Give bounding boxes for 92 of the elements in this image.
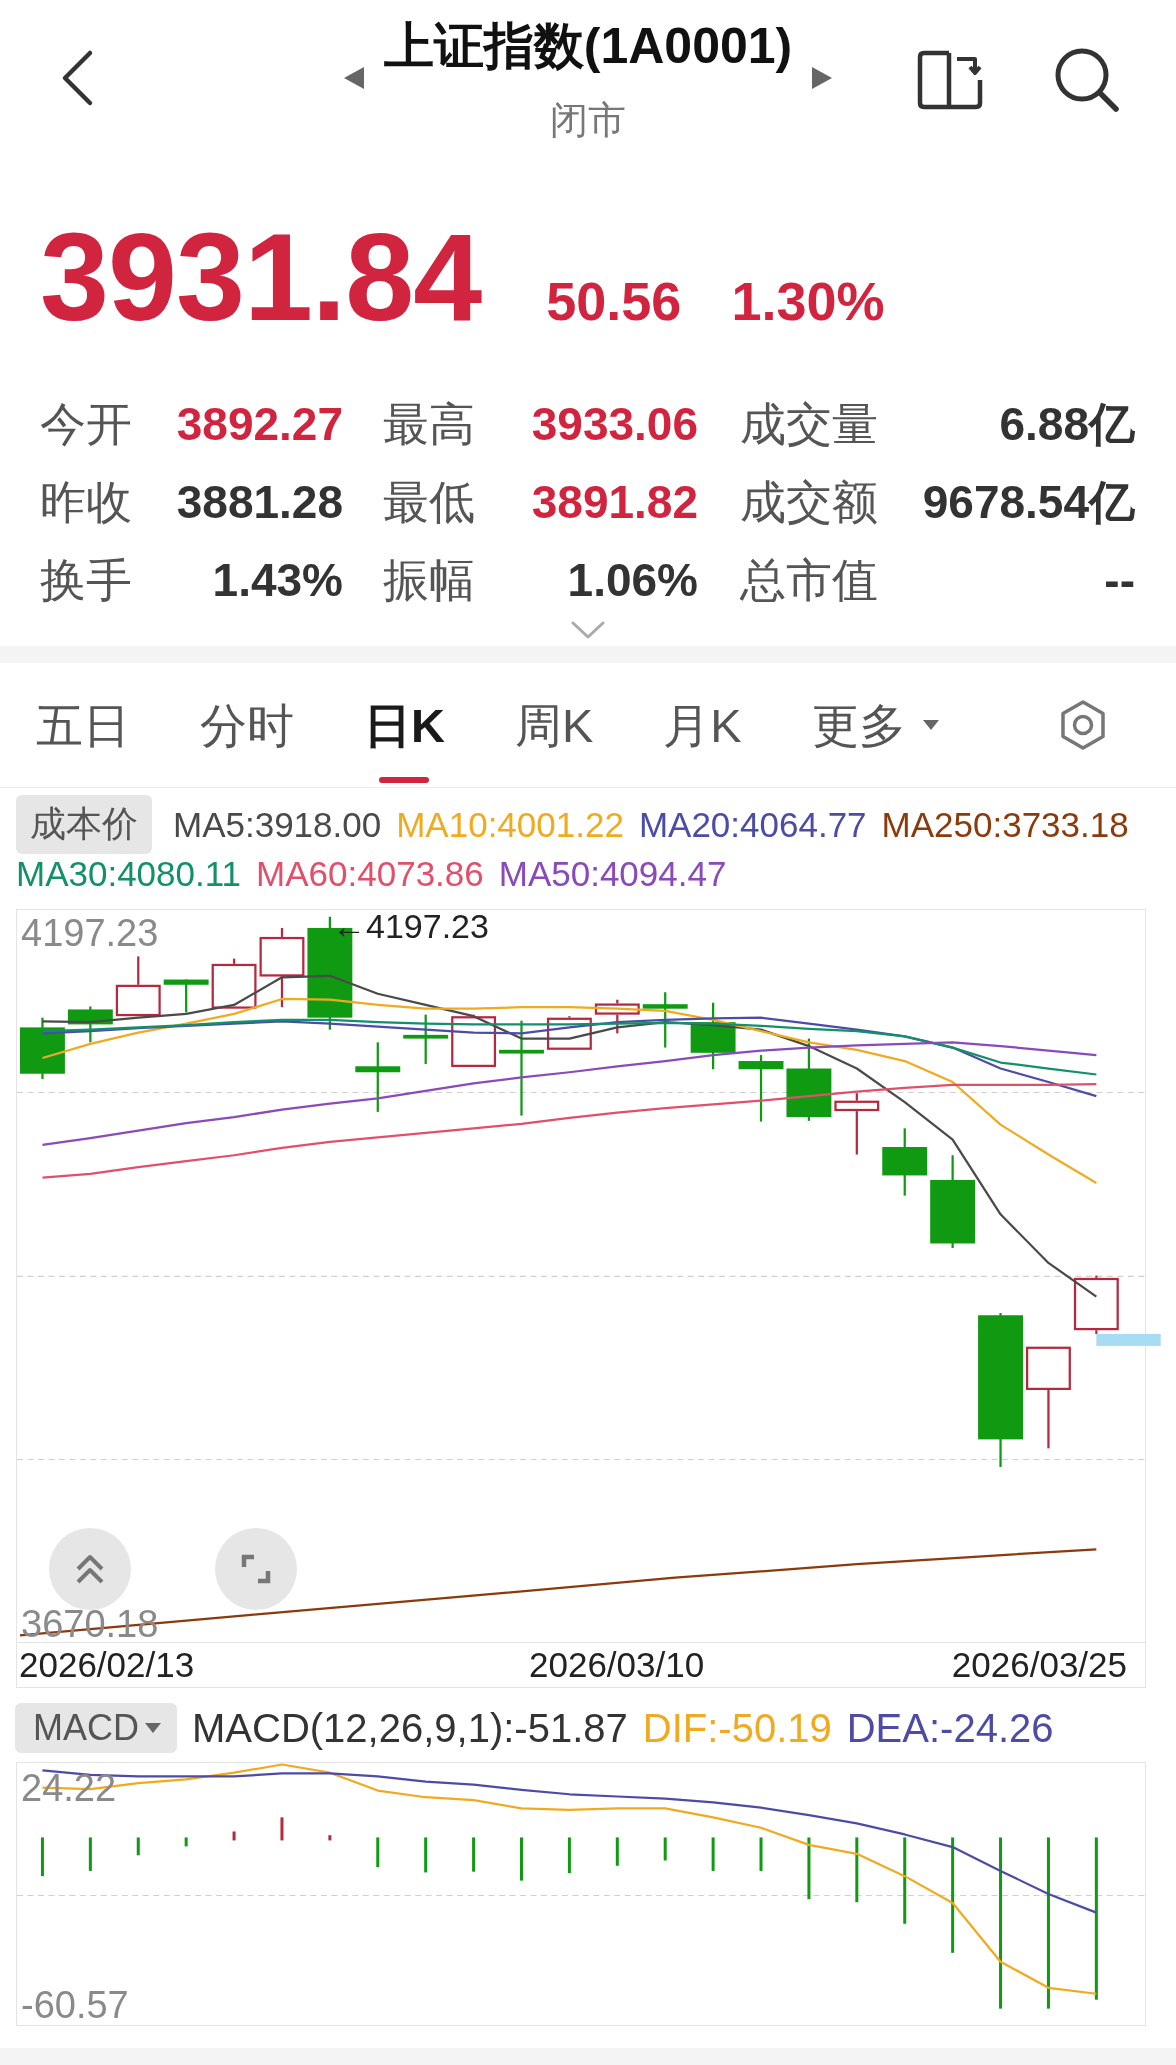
- stat-value: 9678.54亿: [922, 476, 1135, 528]
- stat-label: 总市值: [740, 554, 878, 606]
- histogram-bar: [711, 1837, 715, 1871]
- indicator-selector[interactable]: MACD: [15, 1703, 177, 1753]
- moving-average-value: MA10:4001.22: [396, 804, 624, 845]
- rising-candle: [546, 1016, 592, 1050]
- stat-label: 成交量: [740, 398, 878, 450]
- falling-candle: [67, 1006, 113, 1043]
- rising-candle: [115, 956, 161, 1017]
- histogram-bar: [424, 1837, 428, 1873]
- axis-min-label: -60.57: [21, 1983, 129, 2027]
- moving-average-value: MA50:4094.47: [498, 854, 727, 894]
- histogram-bar: [807, 1837, 811, 1900]
- price-change: 50.56: [546, 271, 682, 331]
- moving-average-value: MA250:3733.18: [881, 804, 1129, 845]
- search-icon[interactable]: [1054, 47, 1120, 113]
- rising-candle: [834, 1093, 880, 1155]
- histogram-bar: [184, 1837, 188, 1847]
- histogram-bar: [328, 1835, 332, 1841]
- falling-candle: [738, 1055, 784, 1122]
- date-label: 2026/03/25: [951, 1645, 1127, 1685]
- rising-candle: [211, 958, 257, 1009]
- stat-value: 3881.28: [176, 476, 343, 528]
- chart-tab[interactable]: 分时: [200, 663, 294, 787]
- stat-label: 昨收: [40, 476, 132, 528]
- stat-value: 3892.27: [176, 398, 343, 450]
- histogram-bar: [472, 1837, 476, 1872]
- histogram-bar: [136, 1837, 140, 1856]
- price-marker: [1096, 1333, 1161, 1346]
- stat-label: 今开: [40, 398, 132, 450]
- macd-reading: DEA:-24.26: [846, 1705, 1054, 1751]
- chart-tab[interactable]: 周K: [514, 663, 594, 787]
- date-label: 2026/02/13: [19, 1645, 195, 1685]
- histogram-bar: [376, 1837, 380, 1868]
- falling-candle: [882, 1128, 928, 1196]
- stat-value: 1.06%: [567, 554, 698, 606]
- histogram-bar: [615, 1837, 619, 1866]
- histogram-bar: [663, 1837, 667, 1861]
- macd-reading: DIF:-50.19: [642, 1705, 832, 1751]
- stat-value: 6.88亿: [999, 398, 1135, 450]
- moving-average-value: MA5:3918.00: [173, 804, 382, 845]
- cost-price-button[interactable]: 成本价: [16, 795, 152, 854]
- stat-label: 最低: [383, 476, 475, 528]
- stat-value: 3933.06: [531, 398, 698, 450]
- rising-candle: [594, 999, 640, 1034]
- histogram-bar: [280, 1817, 284, 1841]
- stat-label: 成交额: [740, 476, 878, 528]
- macd-reading: MACD(12,26,9,1):-51.87: [192, 1705, 628, 1751]
- split-screen-icon[interactable]: [917, 50, 983, 110]
- last-price: 3931.84: [40, 215, 482, 339]
- falling-candle: [20, 1017, 65, 1079]
- falling-candle: [403, 1014, 449, 1065]
- chevron-left-icon[interactable]: [60, 49, 94, 107]
- falling-candle: [163, 979, 209, 1013]
- double-chevron-up-icon: [74, 1553, 106, 1585]
- caret-icon: [145, 1723, 161, 1733]
- settings-icon[interactable]: [1060, 700, 1106, 750]
- rising-candle: [1073, 1275, 1119, 1334]
- left-triangle-icon[interactable]: [343, 67, 364, 89]
- chart-tab[interactable]: 日K: [364, 663, 445, 787]
- axis-max-label: 4197.23: [21, 911, 159, 955]
- stat-label: 换手: [40, 554, 132, 606]
- moving-average-value: MA30:4080.11: [16, 854, 242, 894]
- histogram-bar: [855, 1837, 859, 1903]
- histogram-bar: [40, 1837, 44, 1877]
- falling-candle: [642, 992, 688, 1048]
- rising-candle: [451, 1014, 497, 1067]
- date-label: 2026/03/10: [529, 1645, 705, 1685]
- chart-tab[interactable]: 五日: [36, 663, 130, 787]
- stat-label: 最高: [383, 398, 475, 450]
- caret-icon: [922, 720, 939, 730]
- chart-tab[interactable]: 月K: [663, 663, 742, 787]
- histogram-bar: [567, 1837, 571, 1874]
- histogram-bar: [88, 1837, 92, 1871]
- change-percent: 1.30%: [731, 271, 885, 331]
- stat-value: --: [1104, 554, 1135, 606]
- moving-average-value: MA20:4064.77: [638, 804, 867, 845]
- falling-candle: [355, 1042, 401, 1112]
- stock-title: 上证指数(1A0001): [383, 18, 793, 74]
- right-triangle-icon[interactable]: [812, 67, 833, 89]
- histogram-bar: [520, 1837, 523, 1881]
- peak-price-label: ←4197.23: [332, 906, 489, 946]
- stat-value: 1.43%: [212, 554, 343, 606]
- falling-candle: [690, 1002, 736, 1070]
- market-status: 闭市: [550, 98, 626, 142]
- stat-value: 3891.82: [531, 476, 698, 528]
- fullscreen-icon: [241, 1554, 271, 1584]
- stat-label: 振幅: [383, 554, 475, 606]
- histogram-bar: [232, 1831, 236, 1841]
- moving-average-value: MA60:4073.86: [256, 854, 484, 894]
- histogram-bar: [759, 1837, 763, 1871]
- chart-tab[interactable]: 更多: [811, 663, 939, 787]
